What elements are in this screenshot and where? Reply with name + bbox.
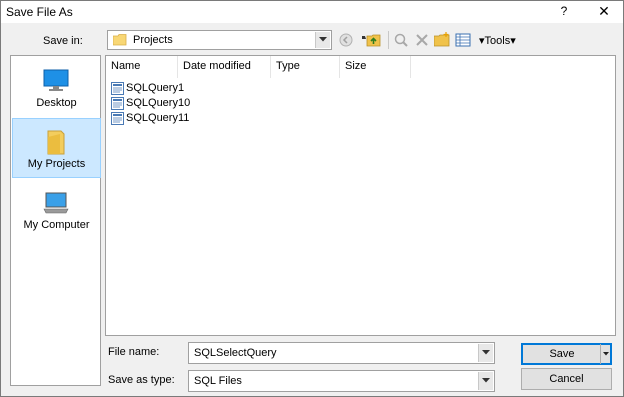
- save-as-type-label: Save as type:: [108, 374, 175, 386]
- column-header-date-modified[interactable]: Date modified: [178, 56, 271, 78]
- file-name-field[interactable]: SQLSelectQuery: [188, 342, 495, 364]
- tools-label: Tools: [484, 35, 511, 47]
- place-my-computer[interactable]: My Computer: [12, 180, 101, 240]
- save-in-dropdown[interactable]: Projects: [107, 30, 332, 50]
- save-label: Save: [549, 348, 575, 360]
- place-label: Desktop: [36, 97, 77, 109]
- save-button[interactable]: Save: [521, 343, 612, 365]
- column-header-name[interactable]: Name: [106, 56, 178, 78]
- place-label: My Projects: [27, 158, 86, 170]
- desktop-icon: [43, 68, 69, 95]
- chevron-down-icon[interactable]: [478, 344, 493, 362]
- column-header-type[interactable]: Type: [271, 56, 340, 78]
- save-in-value: Projects: [133, 34, 173, 46]
- help-button[interactable]: ?: [550, 1, 578, 23]
- places-bar: Desktop My Projects My Computer: [10, 55, 101, 386]
- place-my-projects[interactable]: My Projects: [12, 118, 101, 178]
- save-options-dropdown[interactable]: [600, 344, 611, 364]
- back-icon[interactable]: [338, 32, 354, 48]
- file-name: SQLQuery11: [126, 112, 190, 124]
- save-as-type-value: SQL Files: [194, 375, 242, 387]
- toolbar-separator: [388, 31, 389, 49]
- cancel-button[interactable]: Cancel: [521, 368, 612, 390]
- file-name: SQLQuery10: [126, 97, 191, 109]
- delete-icon[interactable]: [414, 32, 430, 48]
- file-name-value: SQLSelectQuery: [194, 347, 277, 359]
- chevron-down-icon: ▾: [510, 35, 516, 47]
- folder-icon: [44, 129, 70, 158]
- computer-icon: [43, 190, 69, 219]
- file-name: SQLQuery1: [126, 82, 185, 94]
- save-in-label: Save in:: [43, 35, 83, 47]
- views-icon[interactable]: [455, 32, 471, 48]
- column-header-size[interactable]: Size: [340, 56, 411, 78]
- file-list[interactable]: Name Date modified Type Size SQLQuery1 S…: [105, 55, 616, 336]
- chevron-down-icon[interactable]: [315, 32, 330, 48]
- window-title: Save File As: [6, 5, 73, 19]
- tools-menu-button[interactable]: ▾Tools▾: [479, 34, 516, 47]
- search-web-icon[interactable]: [393, 32, 409, 48]
- save-file-dialog: Save File As ? ✕ Save in: Projects ▾Tool…: [0, 0, 624, 397]
- new-folder-icon[interactable]: [433, 32, 450, 48]
- title-bar: Save File As ? ✕: [1, 1, 623, 23]
- sql-file-icon: [111, 112, 124, 130]
- place-label: My Computer: [23, 219, 90, 231]
- chevron-down-icon[interactable]: [478, 372, 493, 390]
- close-button[interactable]: ✕: [589, 1, 619, 23]
- save-as-type-dropdown[interactable]: SQL Files: [188, 370, 495, 392]
- file-name-label: File name:: [108, 346, 160, 358]
- folder-icon: [112, 34, 127, 49]
- up-folder-icon[interactable]: [362, 32, 381, 48]
- place-desktop[interactable]: Desktop: [12, 58, 101, 118]
